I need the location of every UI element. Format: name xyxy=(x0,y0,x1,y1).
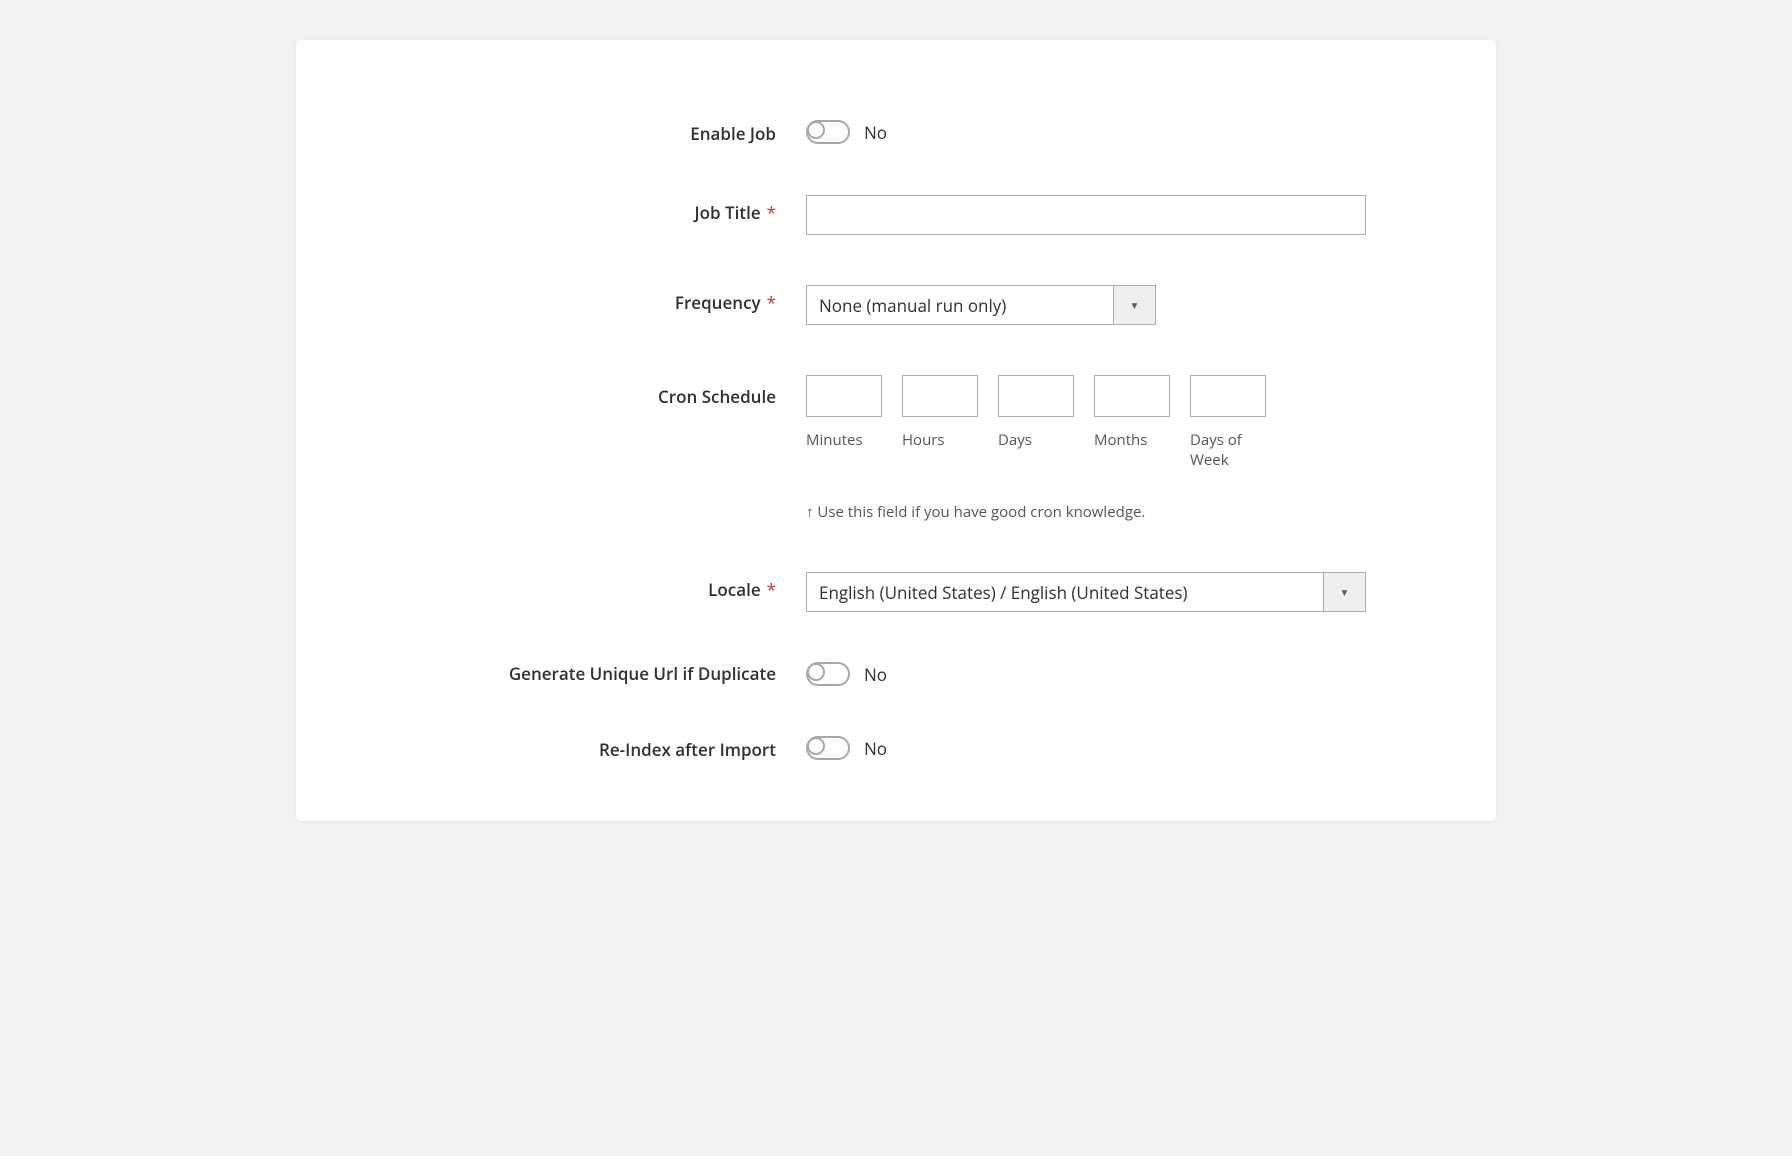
job-title-input[interactable] xyxy=(806,195,1366,235)
locale-select[interactable]: English (United States) / English (Unite… xyxy=(806,572,1366,612)
field-enable-job: Enable Job No xyxy=(386,120,1406,145)
frequency-select[interactable]: None (manual run only) ▼ xyxy=(806,285,1156,325)
cron-months-label: Months xyxy=(1094,431,1170,451)
locale-label: Locale* xyxy=(386,572,806,601)
field-unique-url: Generate Unique Url if Duplicate No xyxy=(386,662,1406,686)
unique-url-toggle[interactable] xyxy=(806,662,850,686)
cron-days-label: Days xyxy=(998,431,1074,451)
frequency-selected-text: None (manual run only) xyxy=(807,286,1113,324)
field-cron-schedule: Cron Schedule Minutes Hours Days Months xyxy=(386,375,1406,522)
cron-schedule-label: Cron Schedule xyxy=(386,375,806,408)
frequency-label: Frequency* xyxy=(386,285,806,314)
enable-job-value: No xyxy=(864,121,887,144)
field-job-title: Job Title* xyxy=(386,195,1406,235)
chevron-down-icon: ▼ xyxy=(1323,573,1365,611)
unique-url-label: Generate Unique Url if Duplicate xyxy=(386,662,806,685)
enable-job-label: Enable Job xyxy=(386,120,806,145)
chevron-down-icon: ▼ xyxy=(1113,286,1155,324)
settings-card: Enable Job No Job Title* Frequency* None… xyxy=(296,40,1496,821)
cron-dow-label: Days of Week xyxy=(1190,431,1266,470)
cron-note: ↑ Use this field if you have good cron k… xyxy=(806,502,1406,522)
locale-selected-text: English (United States) / English (Unite… xyxy=(807,573,1323,611)
cron-minutes-input[interactable] xyxy=(806,375,882,417)
field-frequency: Frequency* None (manual run only) ▼ xyxy=(386,285,1406,325)
reindex-label: Re-Index after Import xyxy=(386,736,806,761)
cron-minutes-label: Minutes xyxy=(806,431,882,451)
cron-hours-input[interactable] xyxy=(902,375,978,417)
reindex-value: No xyxy=(864,737,887,760)
cron-months-input[interactable] xyxy=(1094,375,1170,417)
enable-job-toggle[interactable] xyxy=(806,120,850,144)
cron-hours-label: Hours xyxy=(902,431,978,451)
cron-dow-input[interactable] xyxy=(1190,375,1266,417)
cron-days-input[interactable] xyxy=(998,375,1074,417)
field-locale: Locale* English (United States) / Englis… xyxy=(386,572,1406,612)
unique-url-value: No xyxy=(864,663,887,686)
reindex-toggle[interactable] xyxy=(806,736,850,760)
job-title-label: Job Title* xyxy=(386,195,806,224)
field-reindex: Re-Index after Import No xyxy=(386,736,1406,761)
